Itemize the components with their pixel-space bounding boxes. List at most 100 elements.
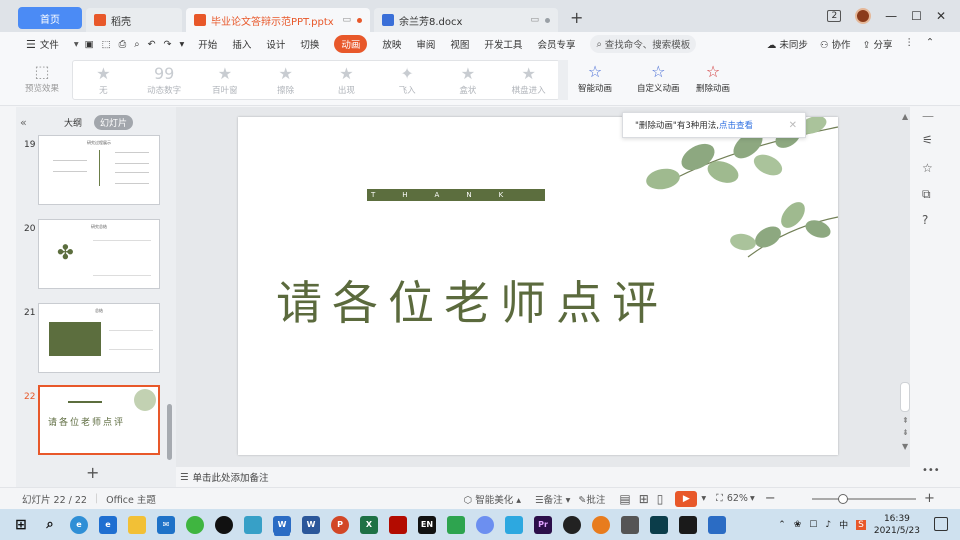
- slide-title[interactable]: 请各位老师点评: [276, 267, 668, 333]
- close-icon[interactable]: ✕: [789, 120, 797, 131]
- ie-icon[interactable]: e: [99, 515, 117, 534]
- help-icon[interactable]: ?: [922, 213, 928, 227]
- notification-icon[interactable]: [934, 517, 948, 531]
- tab-home[interactable]: 首页: [18, 7, 82, 29]
- cloud-app-icon[interactable]: [476, 515, 494, 534]
- wps-icon[interactable]: W: [273, 515, 291, 534]
- more-icon[interactable]: ⋮: [905, 37, 915, 51]
- collaborate-button[interactable]: ⚇ 协作: [820, 37, 851, 51]
- scroll-down-icon[interactable]: ▼: [902, 442, 908, 451]
- anim-wipe[interactable]: ★ 擦除: [255, 61, 316, 99]
- smart-beautify-button[interactable]: ⬡ 智能美化 ▴: [464, 492, 521, 506]
- input-method[interactable]: 中: [839, 518, 848, 531]
- export-icon[interactable]: ⬚: [102, 39, 111, 50]
- tab-ppt-document[interactable]: 毕业论文答辩示范PPT.pptx ▭: [186, 8, 370, 32]
- tab-daoke[interactable]: 稻壳: [86, 8, 182, 32]
- browser-icon[interactable]: [505, 515, 523, 534]
- page-down-icon[interactable]: ⇟: [902, 428, 909, 437]
- menu-home[interactable]: 开始: [198, 37, 217, 51]
- notes-bar[interactable]: ☰ 单击此处添加备注: [176, 467, 910, 487]
- comments-button[interactable]: ✎批注: [578, 492, 605, 506]
- current-slide[interactable]: THANK YOU 请各位老师点评: [238, 117, 838, 455]
- preview-icon[interactable]: ⌕: [134, 39, 139, 50]
- slide-thumbnail-20[interactable]: 研究总结 ✤: [38, 219, 160, 289]
- fit-icon[interactable]: ⛶: [716, 493, 723, 504]
- terminal-icon[interactable]: [650, 515, 668, 534]
- undo-icon[interactable]: ↶: [148, 39, 156, 50]
- maximize-icon[interactable]: ☐: [911, 9, 922, 23]
- play-slideshow-button[interactable]: ▶: [675, 490, 698, 507]
- slide-thumbnail-21[interactable]: 总结: [38, 303, 160, 373]
- add-slide-button[interactable]: +: [86, 463, 99, 482]
- scroll-up-icon[interactable]: ▲: [902, 112, 908, 121]
- zoom-in-button[interactable]: +: [924, 491, 935, 506]
- menu-insert[interactable]: 插入: [232, 37, 251, 51]
- gallery-expand-button[interactable]: [558, 60, 568, 100]
- delete-animation-button[interactable]: ☆ 删除动画: [696, 62, 730, 94]
- more-icon[interactable]: •••: [922, 465, 940, 476]
- command-search[interactable]: ⌕ 查找命令、搜索模板: [590, 35, 697, 53]
- quick-access-more-icon[interactable]: ▾: [180, 39, 185, 50]
- folder-icon[interactable]: [128, 515, 146, 534]
- anim-box[interactable]: ★ 盒状: [438, 61, 499, 99]
- tooltip-link[interactable]: 点击查看: [719, 119, 753, 131]
- save-icon[interactable]: ▣: [85, 39, 94, 50]
- menu-transition[interactable]: 切换: [300, 37, 319, 51]
- hamburger-icon[interactable]: ☰: [26, 38, 36, 51]
- menu-review[interactable]: 审阅: [416, 37, 435, 51]
- unsaved-dot-icon[interactable]: [357, 17, 362, 23]
- media-icon[interactable]: [679, 515, 697, 534]
- sorter-view-icon[interactable]: ⊞: [639, 492, 649, 506]
- window-count-badge[interactable]: 2: [827, 10, 842, 22]
- edge-icon[interactable]: e: [70, 515, 88, 534]
- panel-scrollbar[interactable]: [167, 404, 172, 460]
- transition-pane-icon[interactable]: ⧉: [922, 187, 931, 202]
- menu-file[interactable]: 文件: [40, 37, 59, 51]
- tab-word-document[interactable]: 余兰芳8.docx ▭: [374, 8, 558, 32]
- collapse-panel-icon[interactable]: «: [20, 116, 27, 129]
- collapse-ribbon-icon[interactable]: ⌃: [926, 37, 934, 51]
- reading-view-icon[interactable]: ▯: [657, 492, 664, 506]
- system-clock[interactable]: 16:39 2021/5/23: [874, 513, 920, 537]
- slide-thumbnail-19[interactable]: 研究过程展示: [38, 135, 160, 205]
- dropdown-icon[interactable]: ▾: [74, 39, 79, 50]
- windows-start-icon[interactable]: ⊞: [12, 516, 30, 534]
- theme-name[interactable]: Office 主题: [106, 492, 156, 506]
- normal-view-icon[interactable]: ▤: [619, 492, 630, 506]
- notes-button[interactable]: ☰备注 ▾: [535, 492, 570, 506]
- player-icon[interactable]: [592, 515, 610, 534]
- avatar[interactable]: [855, 8, 872, 24]
- wps-tray-icon[interactable]: S: [856, 519, 866, 530]
- zoom-slider-knob[interactable]: [838, 494, 849, 504]
- canvas-scrollbar[interactable]: [900, 382, 910, 412]
- preview-effect-button[interactable]: ⬚ 预览效果: [20, 62, 64, 94]
- photo-icon[interactable]: [621, 515, 639, 534]
- zoom-level[interactable]: 62%: [727, 493, 748, 504]
- mail-icon[interactable]: ✉: [157, 515, 175, 534]
- chat-icon[interactable]: [447, 515, 465, 534]
- slide-thumbnail-22[interactable]: 请各位老师点评: [38, 385, 160, 455]
- menu-slideshow[interactable]: 放映: [382, 37, 401, 51]
- zoom-slider[interactable]: [812, 494, 916, 504]
- new-tab-button[interactable]: +: [570, 8, 583, 27]
- monitor-icon[interactable]: ▭: [530, 15, 539, 25]
- premiere-icon[interactable]: Pr: [534, 515, 552, 534]
- wechat-icon[interactable]: [186, 515, 204, 534]
- chat-tray-icon[interactable]: ☐: [809, 520, 817, 530]
- anim-appear[interactable]: ★ 出现: [316, 61, 377, 99]
- smart-animation-button[interactable]: ☆ 智能动画: [578, 62, 612, 94]
- menu-animation[interactable]: 动画: [334, 35, 368, 53]
- thank-you-banner[interactable]: THANK YOU: [367, 189, 628, 201]
- anim-none[interactable]: ★ 无: [73, 61, 134, 99]
- anim-fly-in[interactable]: ✦ 飞入: [377, 61, 438, 99]
- menu-member[interactable]: 会员专享: [537, 37, 575, 51]
- monitor-icon[interactable]: ▭: [342, 15, 351, 25]
- share-button[interactable]: ⇪ 分享: [863, 37, 893, 51]
- excel-icon[interactable]: X: [360, 515, 378, 534]
- dictionary-icon[interactable]: EN: [418, 515, 436, 534]
- sync-status[interactable]: ☁ 未同步: [767, 37, 808, 51]
- tray-app-icon[interactable]: ❀: [794, 520, 802, 530]
- tab-slides[interactable]: 幻灯片: [94, 114, 134, 130]
- print-icon[interactable]: ⎙: [119, 39, 127, 50]
- phone-icon[interactable]: [708, 515, 726, 534]
